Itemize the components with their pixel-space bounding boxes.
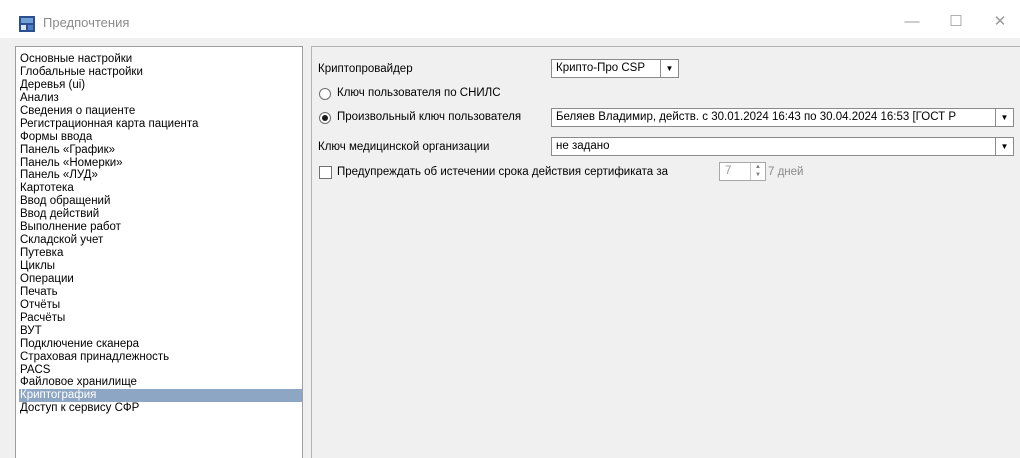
chevron-down-icon[interactable]: ▼ xyxy=(995,138,1013,155)
sidebar-item[interactable]: Анализ xyxy=(19,92,302,105)
close-icon: ✕ xyxy=(993,13,1007,30)
sidebar-item[interactable]: Складской учет xyxy=(19,234,302,247)
title-bar: Предпочтения — ☐ ✕ xyxy=(0,0,1020,38)
sidebar-item[interactable]: ВУТ xyxy=(19,325,302,338)
sidebar-item[interactable]: Ввод действий xyxy=(19,208,302,221)
app-icon xyxy=(19,16,35,32)
custom-key-radio[interactable] xyxy=(319,112,331,124)
sidebar-item[interactable]: Циклы xyxy=(19,260,302,273)
category-list-panel: Основные настройки Глобальные настройки … xyxy=(15,46,303,458)
sidebar-item[interactable]: Путевка xyxy=(19,247,302,260)
warning-days-value: 7 xyxy=(725,165,732,177)
provider-label: Криптопровайдер xyxy=(318,63,413,75)
minimize-icon: — xyxy=(904,12,920,30)
snils-key-radio[interactable] xyxy=(319,88,331,100)
sidebar-item[interactable]: Расчёты xyxy=(19,312,302,325)
custom-key-label: Произвольный ключ пользователя xyxy=(337,111,522,123)
cert-expiry-warning-checkbox[interactable] xyxy=(319,166,332,179)
sidebar-item[interactable]: Файловое хранилище xyxy=(19,376,302,389)
sidebar-item[interactable]: Основные настройки xyxy=(19,53,302,66)
spin-down-icon[interactable]: ▼ xyxy=(751,171,765,179)
org-key-select[interactable]: не задано ▼ xyxy=(551,137,1014,156)
warning-days-spinner[interactable]: 7 ▲ ▼ xyxy=(719,162,766,181)
org-key-value: не задано xyxy=(556,140,610,152)
sidebar-item[interactable]: Сведения о пациенте xyxy=(19,105,302,118)
sidebar-item[interactable]: PACS xyxy=(19,364,302,377)
sidebar-item[interactable]: Формы ввода xyxy=(19,131,302,144)
org-key-label: Ключ медицинской организации xyxy=(318,141,490,153)
sidebar-item[interactable]: Панель «График» xyxy=(19,144,302,157)
maximize-button[interactable]: ☐ xyxy=(934,6,978,36)
sidebar-item[interactable]: Выполнение работ xyxy=(19,221,302,234)
sidebar-item-selected[interactable]: Криптография xyxy=(19,389,302,403)
sidebar-item[interactable]: Отчёты xyxy=(19,299,302,312)
warning-days-unit: 7 дней xyxy=(768,166,804,178)
provider-select[interactable]: Крипто-Про CSP ▼ xyxy=(551,59,679,78)
sidebar-item[interactable]: Глобальные настройки xyxy=(19,66,302,79)
close-button[interactable]: ✕ xyxy=(978,6,1020,36)
sidebar-item[interactable]: Ввод обращений xyxy=(19,195,302,208)
sidebar-item[interactable]: Панель «Номерки» xyxy=(19,157,302,170)
sidebar-item[interactable]: Печать xyxy=(19,286,302,299)
provider-value: Крипто-Про CSP xyxy=(556,62,646,74)
crypto-settings-panel: Криптопровайдер Крипто-Про CSP ▼ Ключ по… xyxy=(311,46,1020,458)
chevron-down-icon[interactable]: ▼ xyxy=(660,60,678,77)
cert-expiry-warning-label: Предупреждать об истечении срока действи… xyxy=(337,166,669,178)
snils-key-label: Ключ пользователя по СНИЛС xyxy=(337,87,501,99)
custom-key-value: Беляев Владимир, действ. с 30.01.2024 16… xyxy=(556,111,957,123)
sidebar-item[interactable]: Доступ к сервису СФР xyxy=(19,402,302,415)
minimize-button[interactable]: — xyxy=(890,6,934,36)
sidebar-item[interactable]: Картотека xyxy=(19,182,302,195)
chevron-down-icon[interactable]: ▼ xyxy=(995,109,1013,126)
spin-up-icon[interactable]: ▲ xyxy=(751,163,765,171)
sidebar-item[interactable]: Деревья (ui) xyxy=(19,79,302,92)
panel-splitter[interactable] xyxy=(303,46,310,457)
window-title: Предпочтения xyxy=(43,15,130,30)
category-list: Основные настройки Глобальные настройки … xyxy=(19,53,302,415)
sidebar-item[interactable]: Подключение сканера xyxy=(19,338,302,351)
custom-key-select[interactable]: Беляев Владимир, действ. с 30.01.2024 16… xyxy=(551,108,1014,127)
maximize-icon: ☐ xyxy=(949,13,963,30)
sidebar-item[interactable]: Регистрационная карта пациента xyxy=(19,118,302,131)
sidebar-item[interactable]: Операции xyxy=(19,273,302,286)
sidebar-item[interactable]: Панель «ЛУД» xyxy=(19,169,302,182)
sidebar-item[interactable]: Страховая принадлежность xyxy=(19,351,302,364)
